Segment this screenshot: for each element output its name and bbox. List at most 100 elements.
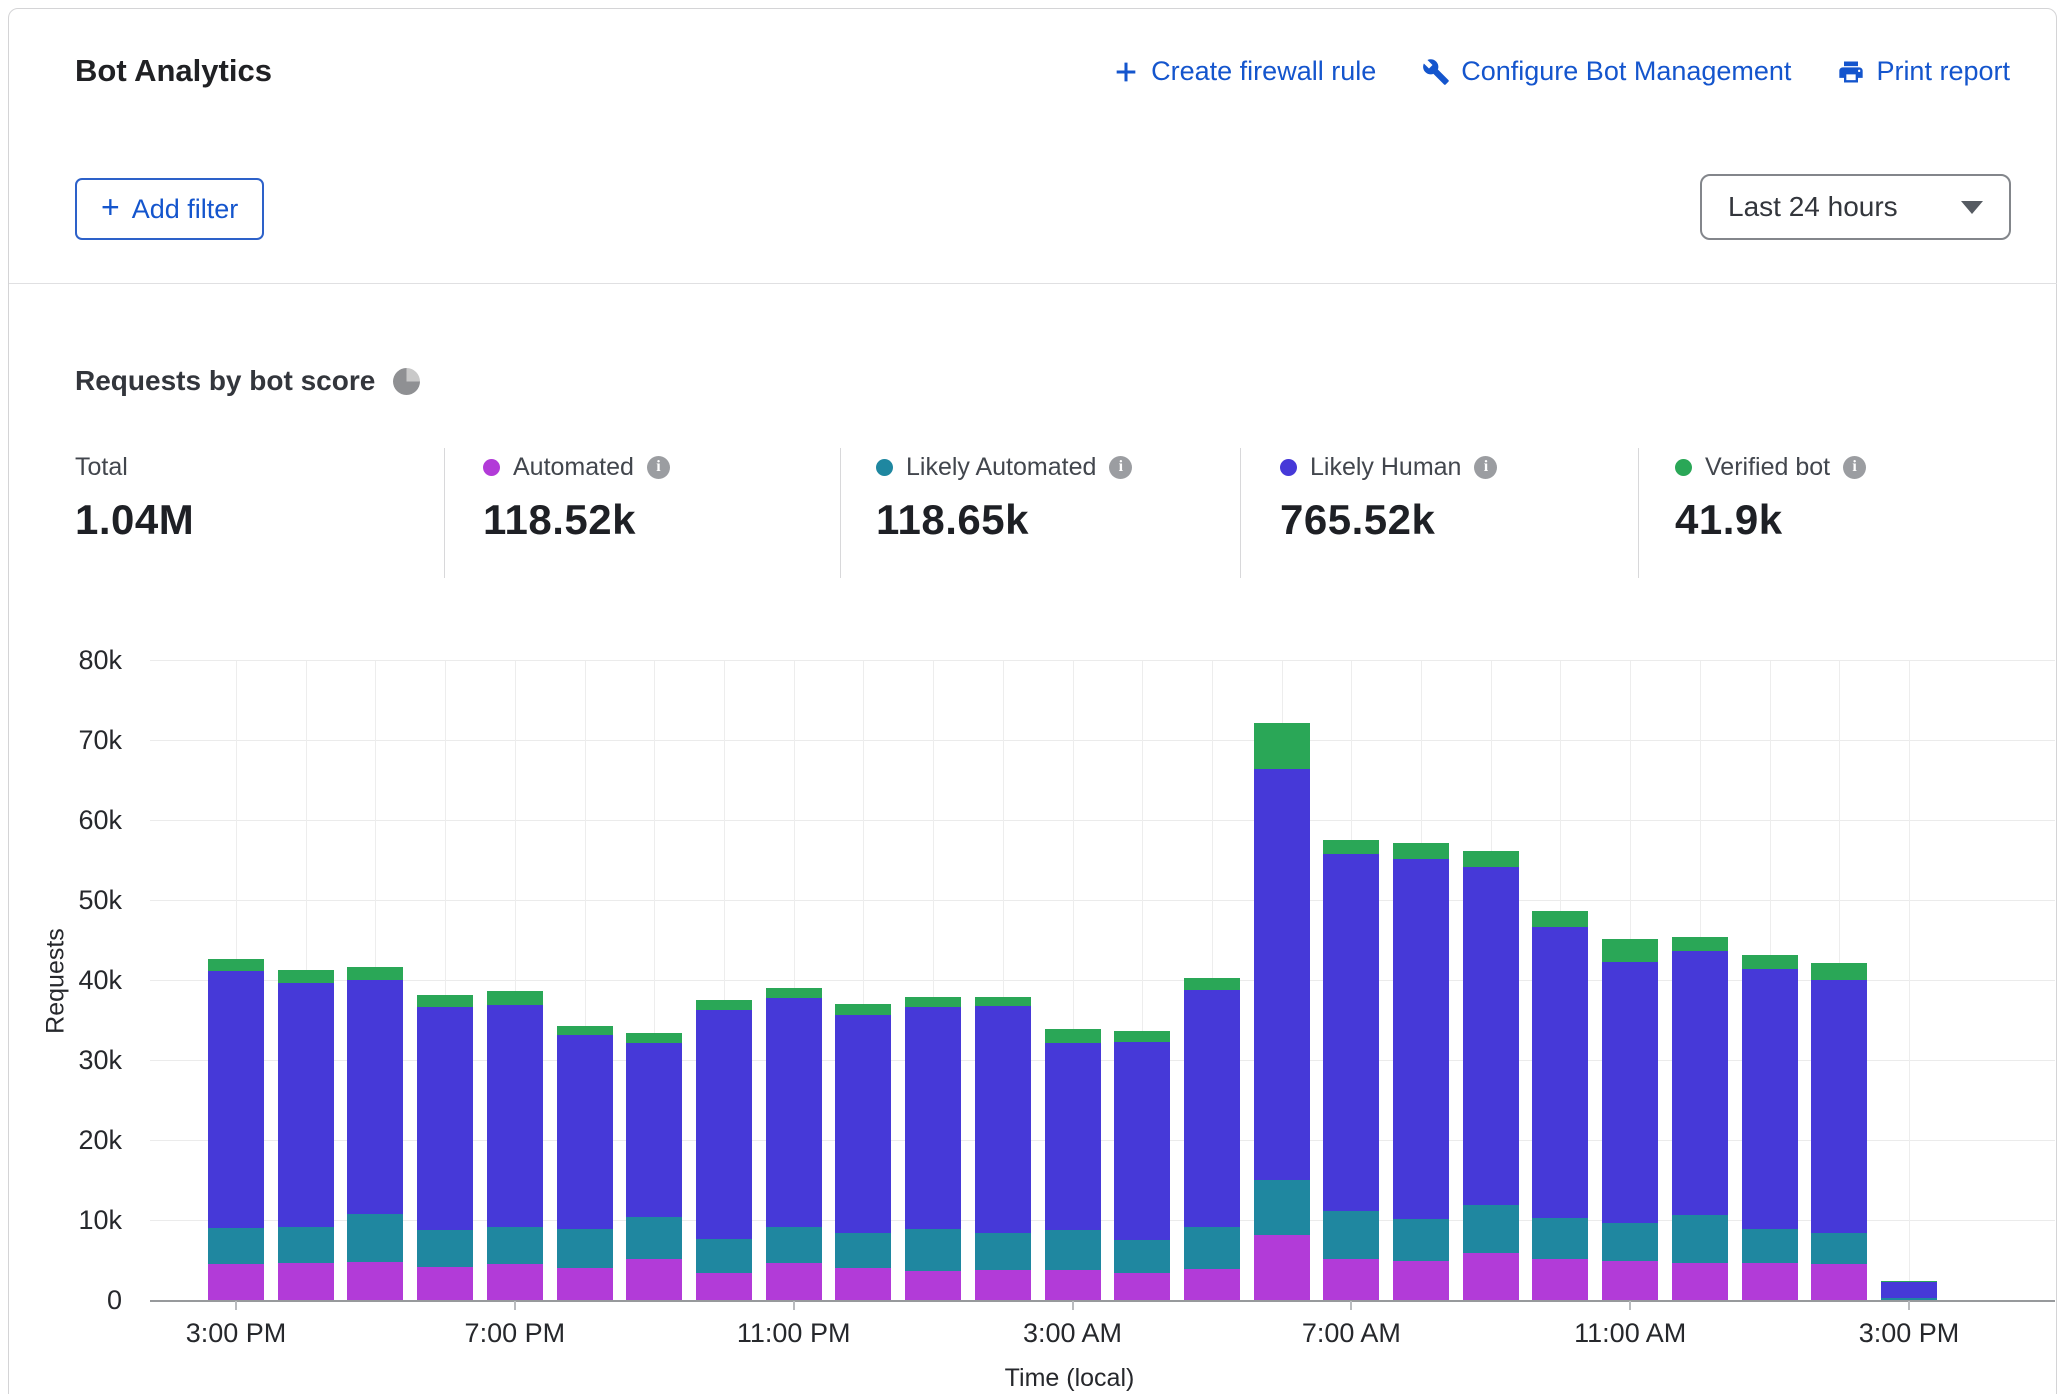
bar-segment-likely-automated[interactable] [905,1229,961,1271]
bar-500pm[interactable] [347,967,403,1301]
bar-segment-automated[interactable] [278,1263,334,1301]
bar-segment-verified-bot[interactable] [626,1033,682,1043]
bar-300am[interactable] [1045,1029,1101,1301]
bar-segment-automated[interactable] [487,1264,543,1301]
bar-segment-verified-bot[interactable] [1045,1029,1101,1043]
bar-segment-likely-automated[interactable] [1532,1218,1588,1259]
bar-segment-verified-bot[interactable] [975,997,1031,1006]
bar-300pm[interactable] [208,959,264,1301]
bar-200am[interactable] [975,997,1031,1301]
bar-900am[interactable] [1463,851,1519,1301]
bar-segment-verified-bot[interactable] [696,1000,752,1010]
bar-segment-likely-human[interactable] [766,998,822,1227]
bar-1200pm[interactable] [1672,937,1728,1301]
bar-segment-likely-human[interactable] [1323,854,1379,1211]
bar-segment-likely-human[interactable] [1532,927,1588,1217]
info-icon[interactable]: i [1474,456,1497,479]
bar-segment-automated[interactable] [208,1264,264,1301]
bar-segment-likely-automated[interactable] [835,1233,891,1268]
bar-segment-automated[interactable] [766,1263,822,1301]
bar-segment-likely-automated[interactable] [347,1214,403,1262]
bar-segment-likely-automated[interactable] [417,1230,473,1267]
bar-1100pm[interactable] [766,988,822,1301]
bar-segment-likely-automated[interactable] [766,1227,822,1263]
create-firewall-rule-link[interactable]: Create firewall rule [1112,56,1376,87]
bar-700am[interactable] [1323,840,1379,1301]
bar-segment-likely-automated[interactable] [1602,1223,1658,1261]
bar-segment-likely-human[interactable] [1463,867,1519,1205]
bar-segment-verified-bot[interactable] [1114,1031,1170,1042]
bar-segment-automated[interactable] [975,1270,1031,1301]
bar-segment-likely-automated[interactable] [1393,1219,1449,1261]
bar-segment-likely-human[interactable] [1602,962,1658,1224]
bar-segment-verified-bot[interactable] [1532,911,1588,928]
bar-segment-automated[interactable] [1532,1259,1588,1301]
info-icon[interactable]: i [1109,456,1132,479]
bar-segment-likely-human[interactable] [835,1015,891,1233]
bar-segment-automated[interactable] [347,1262,403,1301]
bar-segment-automated[interactable] [1254,1235,1310,1301]
bar-segment-likely-human[interactable] [557,1035,613,1229]
bar-segment-likely-automated[interactable] [1254,1180,1310,1235]
bar-segment-automated[interactable] [417,1267,473,1301]
bar-segment-likely-automated[interactable] [1463,1205,1519,1253]
bar-600pm[interactable] [417,995,473,1301]
bar-segment-likely-human[interactable] [1393,859,1449,1219]
bar-1000pm[interactable] [696,1000,752,1301]
bar-segment-likely-human[interactable] [1672,951,1728,1215]
bar-600am[interactable] [1254,723,1310,1301]
configure-bot-management-link[interactable]: Configure Bot Management [1422,56,1791,87]
bar-segment-likely-human[interactable] [1254,769,1310,1180]
bar-segment-likely-human[interactable] [1184,990,1240,1227]
bar-segment-verified-bot[interactable] [766,988,822,998]
bar-segment-likely-human[interactable] [1742,969,1798,1229]
bar-segment-automated[interactable] [626,1259,682,1301]
bar-segment-automated[interactable] [1184,1269,1240,1301]
bar-segment-verified-bot[interactable] [278,970,334,983]
bar-segment-likely-human[interactable] [347,980,403,1214]
bar-segment-likely-human[interactable] [696,1010,752,1240]
bar-segment-likely-automated[interactable] [975,1233,1031,1270]
bar-segment-verified-bot[interactable] [905,997,961,1007]
bar-segment-likely-human[interactable] [278,983,334,1227]
bar-400pm[interactable] [278,970,334,1301]
bar-300pm[interactable] [1881,1281,1937,1301]
bar-segment-likely-automated[interactable] [208,1228,264,1264]
bar-segment-likely-human[interactable] [1114,1042,1170,1240]
bar-segment-automated[interactable] [1323,1259,1379,1301]
bar-segment-verified-bot[interactable] [1393,843,1449,859]
bar-segment-verified-bot[interactable] [1254,723,1310,769]
bar-segment-verified-bot[interactable] [347,967,403,981]
bar-segment-likely-automated[interactable] [557,1229,613,1268]
bar-segment-likely-automated[interactable] [487,1227,543,1265]
bar-segment-verified-bot[interactable] [208,959,264,970]
bar-segment-likely-human[interactable] [417,1007,473,1230]
bar-segment-likely-automated[interactable] [278,1227,334,1264]
info-icon[interactable]: i [647,456,670,479]
bar-100pm[interactable] [1742,955,1798,1301]
time-range-dropdown[interactable]: Last 24 hours [1700,174,2011,240]
bar-segment-automated[interactable] [696,1273,752,1301]
bar-segment-likely-automated[interactable] [1742,1229,1798,1263]
bar-segment-likely-human[interactable] [626,1043,682,1217]
bar-segment-likely-human[interactable] [975,1006,1031,1233]
bar-segment-verified-bot[interactable] [1323,840,1379,854]
bar-segment-likely-human[interactable] [1045,1043,1101,1229]
bar-segment-likely-automated[interactable] [1184,1227,1240,1270]
bar-segment-likely-automated[interactable] [1045,1230,1101,1270]
bar-segment-verified-bot[interactable] [835,1004,891,1014]
bar-800am[interactable] [1393,843,1449,1301]
bar-segment-automated[interactable] [1602,1261,1658,1301]
bar-1000am[interactable] [1532,911,1588,1301]
bar-segment-likely-automated[interactable] [1811,1233,1867,1264]
bar-1200am[interactable] [835,1004,891,1301]
bar-segment-verified-bot[interactable] [487,991,543,1005]
bar-segment-likely-automated[interactable] [1114,1240,1170,1273]
print-report-link[interactable]: Print report [1837,56,2010,87]
bar-500am[interactable] [1184,978,1240,1301]
bar-segment-verified-bot[interactable] [1602,939,1658,961]
bar-segment-automated[interactable] [835,1268,891,1301]
bar-segment-likely-automated[interactable] [1323,1211,1379,1259]
bar-segment-verified-bot[interactable] [557,1026,613,1036]
bar-segment-likely-human[interactable] [487,1005,543,1227]
